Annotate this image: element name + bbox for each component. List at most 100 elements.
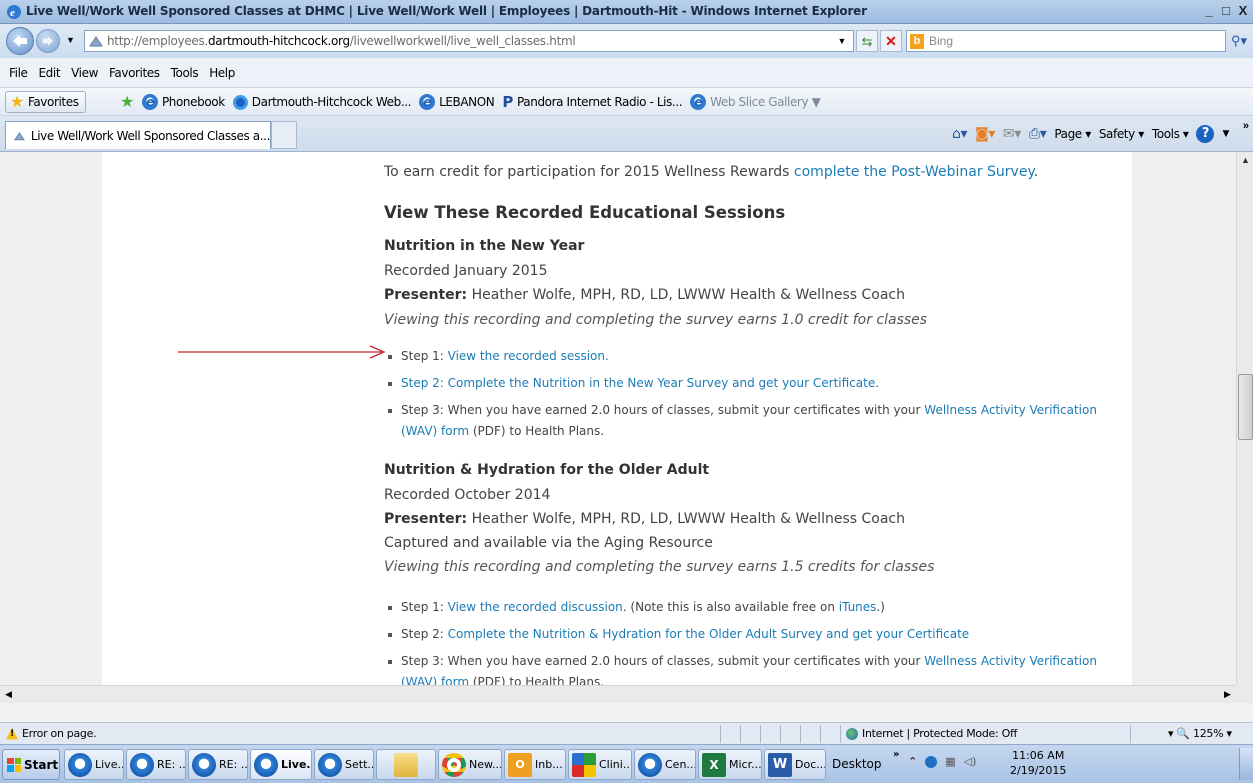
session2-credit-note: Viewing this recording and completing th… (384, 559, 935, 575)
maximize-button[interactable]: □ (1218, 2, 1234, 20)
favorite-label: LEBANON (439, 95, 495, 109)
help-icon[interactable]: ? (1196, 125, 1215, 143)
back-arrow-icon (13, 35, 27, 47)
favorite-lebanon[interactable]: e LEBANON (419, 94, 495, 110)
itunes-link[interactable]: iTunes (839, 600, 877, 614)
session2-presenter: Presenter: Heather Wolfe, MPH, RD, LD, L… (384, 511, 905, 527)
taskbar-button-inbox[interactable]: O Inb... (504, 749, 566, 780)
new-tab-button[interactable] (271, 121, 297, 149)
zoom-level[interactable]: ▾ 🔍 125% ▾ (1168, 727, 1232, 740)
taskbar-button-settings[interactable]: Sett... (314, 749, 374, 780)
refresh-icon[interactable]: ⇆ (856, 30, 878, 52)
taskbar-button-explorer[interactable] (376, 749, 436, 780)
taskbar-button-excel[interactable]: X Micr... (698, 749, 762, 780)
home-icon[interactable]: ⌂▾ (952, 126, 968, 142)
page-icon (14, 131, 25, 140)
safety-menu[interactable]: Safety ▾ (1099, 127, 1144, 141)
favorite-pandora[interactable]: P Pandora Internet Radio - Lis... (502, 93, 682, 111)
start-label: Start (24, 757, 59, 772)
menu-edit[interactable]: Edit (38, 66, 60, 80)
wav-form-link[interactable]: (WAV) form (401, 424, 469, 438)
session1-recorded: Recorded January 2015 (384, 263, 548, 279)
search-icon[interactable]: ⚲▾ (1228, 30, 1250, 52)
presenter-name: Heather Wolfe, MPH, RD, LD, LWWW Health … (467, 287, 905, 303)
tab-live-well[interactable]: Live Well/Work Well Sponsored Classes a.… (5, 121, 271, 149)
search-input[interactable]: b Bing (906, 30, 1226, 52)
taskbar-button-chrome[interactable]: New... (438, 749, 502, 780)
intro-text: To earn credit for participation for 201… (384, 164, 794, 180)
presenter-name: Heather Wolfe, MPH, RD, LD, LWWW Health … (467, 511, 905, 527)
toolbar-chevron-icon[interactable]: » (893, 749, 899, 760)
taskbar-button-live-active[interactable]: Live... (250, 749, 312, 780)
error-indicator[interactable]: ! Error on page. (6, 727, 97, 740)
view-recorded-discussion-link[interactable]: View the recorded discussion (448, 600, 623, 614)
favorites-button[interactable]: ★ Favorites (5, 91, 86, 113)
menu-favorites[interactable]: Favorites (109, 66, 160, 80)
warning-icon: ! (6, 727, 18, 740)
session1-presenter: Presenter: Heather Wolfe, MPH, RD, LD, L… (384, 287, 905, 303)
wav-form-link[interactable]: Wellness Activity Verification (924, 654, 1097, 668)
tray-expand-icon[interactable]: ⌃ (908, 755, 917, 768)
feeds-icon[interactable]: ◙▾ (975, 126, 995, 142)
nutrition-survey-link[interactable]: Step 2: Complete the Nutrition in the Ne… (401, 376, 879, 390)
session2-step2: Step 2: Complete the Nutrition & Hydrati… (384, 627, 969, 641)
taskbar-button-re-2[interactable]: RE: ... (188, 749, 248, 780)
ie-icon (130, 752, 154, 777)
vertical-scrollbar[interactable]: ▲ ▼ (1236, 152, 1253, 703)
favorite-label: Web Slice Gallery ▼ (710, 95, 821, 109)
step3-text: Step 3: When you have earned 2.0 hours o… (401, 403, 925, 417)
desktop-toolbar[interactable]: Desktop (832, 757, 882, 771)
close-button[interactable]: X (1235, 2, 1251, 20)
wav-form-link[interactable]: Wellness Activity Verification (924, 403, 1097, 417)
page-viewport: To earn credit for participation for 201… (0, 152, 1236, 703)
show-desktop-button[interactable] (1239, 748, 1253, 780)
network-icon[interactable]: ▦ (945, 755, 955, 768)
taskbar-button-live-1[interactable]: Live... (64, 749, 124, 780)
favorite-label: Dartmouth-Hitchcock Web... (251, 95, 412, 109)
taskbar-button-word[interactable]: W Doc... (764, 749, 826, 780)
print-icon[interactable]: ⎙▾ (1029, 126, 1047, 142)
ie-icon (68, 752, 92, 777)
forward-button[interactable] (36, 29, 60, 53)
scroll-thumb[interactable] (1238, 374, 1253, 440)
step3-end: (PDF) to Health Plans. (469, 424, 605, 438)
ie-icon: e (419, 94, 436, 110)
stop-icon[interactable]: ✕ (880, 30, 902, 52)
tray-app-icon[interactable] (925, 755, 938, 768)
scroll-up-icon[interactable]: ▲ (1237, 152, 1253, 169)
scroll-left-icon[interactable]: ◀ (0, 686, 17, 703)
tools-menu[interactable]: Tools ▾ (1152, 127, 1189, 141)
scroll-right-icon[interactable]: ▶ (1219, 686, 1236, 703)
view-recorded-session-link[interactable]: View the recorded session. (448, 349, 609, 363)
recent-pages-dropdown-icon[interactable]: ▼ (66, 35, 75, 45)
minimize-button[interactable]: _ (1201, 2, 1217, 20)
favorite-phonebook[interactable]: e Phonebook (141, 94, 225, 110)
favorite-web-slice-gallery[interactable]: e Web Slice Gallery ▼ (690, 94, 821, 110)
post-webinar-survey-link[interactable]: complete the Post-Webinar Survey (794, 164, 1034, 180)
mail-icon[interactable]: ✉▾ (1003, 126, 1021, 142)
add-favorite-icon[interactable]: ★ (120, 94, 134, 110)
horizontal-scrollbar[interactable]: ◀ ▶ (0, 685, 1236, 703)
taskbar-button-re-1[interactable]: RE: ... (126, 749, 186, 780)
menu-tools[interactable]: Tools (171, 66, 199, 80)
intro-end: . (1033, 164, 1039, 180)
hydration-survey-link[interactable]: Complete the Nutrition & Hydration for t… (448, 627, 970, 641)
error-text: Error on page. (22, 727, 97, 740)
back-button[interactable] (6, 27, 34, 55)
menu-file[interactable]: File (9, 66, 28, 80)
menu-view[interactable]: View (71, 66, 98, 80)
taskbar-button-center[interactable]: Cen... (634, 749, 696, 780)
tab-bar: Live Well/Work Well Sponsored Classes a.… (0, 116, 1253, 152)
favorite-dartmouth-hitchcock[interactable]: Dartmouth-Hitchcock Web... (232, 94, 412, 110)
menu-help[interactable]: Help (209, 66, 235, 80)
taskbar-button-clinical[interactable]: Clini... (568, 749, 632, 780)
address-bar[interactable]: http://employees.dartmouth-hitchcock.org… (84, 30, 854, 52)
page-menu[interactable]: Page ▾ (1054, 127, 1091, 141)
start-button[interactable]: Start (2, 749, 60, 780)
chevron-icon[interactable]: » (1243, 120, 1249, 132)
address-dropdown-icon[interactable]: ▼ (835, 31, 849, 51)
volume-icon[interactable]: ◁) (964, 755, 977, 768)
security-zone[interactable]: Internet | Protected Mode: Off (846, 727, 1017, 740)
help-dropdown-icon[interactable]: ▼ (1222, 129, 1229, 139)
clock[interactable]: 11:06 AM 2/19/2015 (1010, 748, 1066, 778)
